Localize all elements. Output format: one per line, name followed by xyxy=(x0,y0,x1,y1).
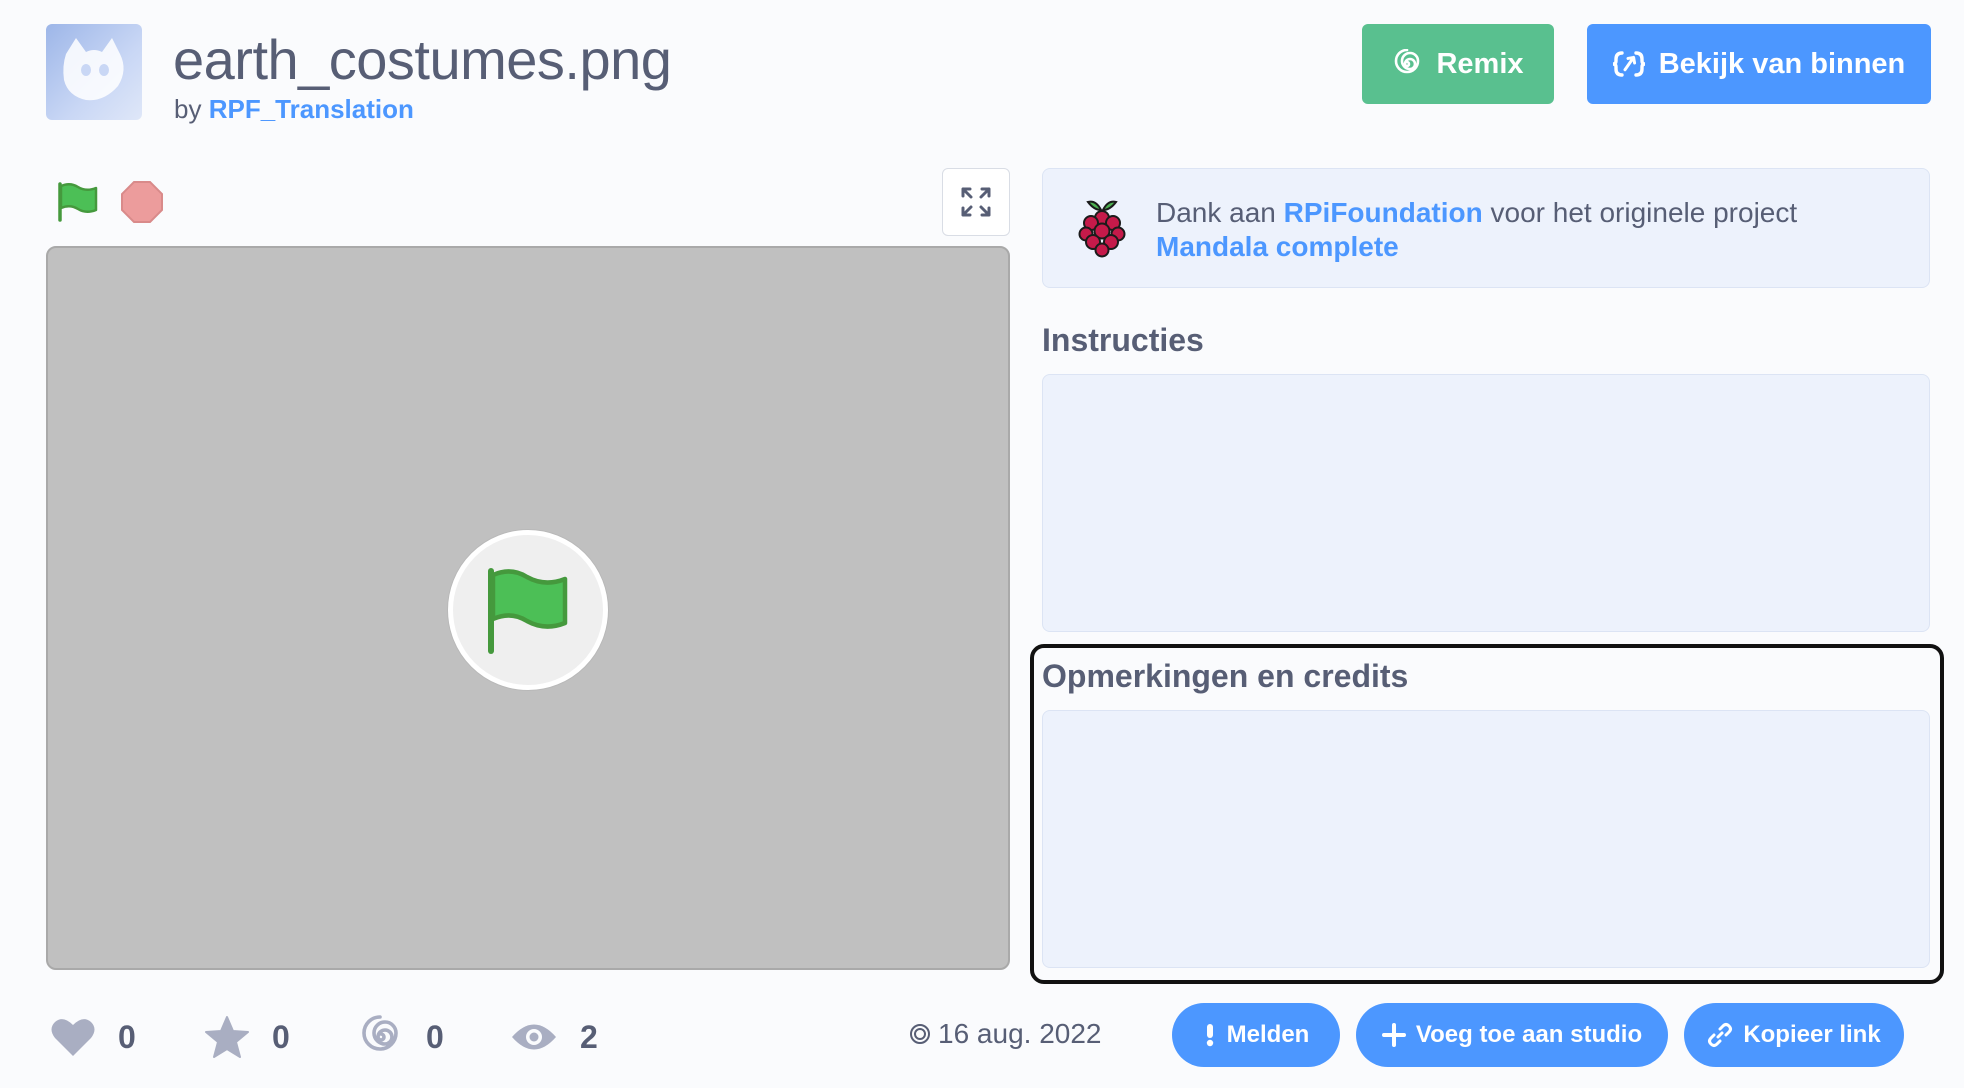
copy-link-label: Kopieer link xyxy=(1743,1021,1881,1048)
author-link[interactable]: RPF_Translation xyxy=(209,94,414,124)
report-button[interactable]: Melden xyxy=(1172,1003,1340,1067)
favorite-stat[interactable]: 0 xyxy=(204,1010,290,1064)
project-thumbnail xyxy=(46,24,142,120)
view-stat: 2 xyxy=(510,1010,598,1064)
attribution-text: Dank aan RPiFoundation voor het originel… xyxy=(1156,196,1896,264)
green-flag-icon xyxy=(58,182,98,222)
remix-spiral-icon xyxy=(1395,49,1420,74)
green-flag-button[interactable] xyxy=(56,180,100,224)
add-to-studio-label: Voeg toe aan studio xyxy=(1415,1021,1643,1048)
notes-credits-heading: Opmerkingen en credits xyxy=(1042,658,1409,694)
stop-button[interactable] xyxy=(120,180,164,224)
love-stat[interactable]: 0 xyxy=(50,1010,136,1064)
star-icon xyxy=(205,1016,249,1058)
see-inside-icon xyxy=(1612,51,1645,77)
see-inside-button[interactable]: Bekijk van binnen xyxy=(1587,24,1931,104)
report-label: Melden xyxy=(1226,1021,1310,1048)
stop-sign-icon xyxy=(121,181,163,223)
love-count: 0 xyxy=(118,1018,136,1055)
by-prefix: by xyxy=(174,94,202,124)
heart-icon xyxy=(51,1019,95,1056)
green-flag-icon xyxy=(488,568,568,654)
notes-credits-panel xyxy=(1042,710,1930,968)
fullscreen-icon xyxy=(961,187,991,217)
raspberry-pi-logo-icon xyxy=(1074,196,1130,258)
attribution-middle: voor het originele project xyxy=(1490,197,1798,228)
original-author-link[interactable]: RPiFoundation xyxy=(1284,197,1483,228)
remix-label: Remix xyxy=(1436,47,1524,80)
original-project-link[interactable]: Mandala complete xyxy=(1156,231,1399,262)
instructions-panel xyxy=(1042,374,1930,632)
scratch-cat-thumbnail-icon xyxy=(63,38,124,101)
exclamation-icon xyxy=(1206,1024,1213,1047)
stage-start-overlay[interactable] xyxy=(448,530,608,690)
date-stamp-icon xyxy=(910,1024,930,1044)
see-inside-label: Bekijk van binnen xyxy=(1658,47,1906,80)
remix-spiral-icon xyxy=(362,1015,398,1051)
remix-stat[interactable]: 0 xyxy=(358,1010,444,1064)
favorite-count: 0 xyxy=(272,1018,290,1055)
remix-button[interactable]: Remix xyxy=(1362,24,1554,104)
plus-icon xyxy=(1381,1023,1406,1047)
attribution-prefix: Dank aan xyxy=(1156,197,1276,228)
add-to-studio-button[interactable]: Voeg toe aan studio xyxy=(1356,1003,1668,1067)
fullscreen-button[interactable] xyxy=(942,168,1010,236)
copy-link-button[interactable]: Kopieer link xyxy=(1684,1003,1904,1067)
eye-icon xyxy=(512,1024,556,1050)
instructions-heading: Instructies xyxy=(1042,322,1204,358)
link-icon xyxy=(1708,1023,1733,1047)
byline: by RPF_Translation xyxy=(174,94,414,124)
view-count: 2 xyxy=(580,1018,598,1055)
remix-count: 0 xyxy=(426,1018,444,1055)
share-date: 16 aug. 2022 xyxy=(908,1018,1102,1050)
project-title: earth_costumes.png xyxy=(173,28,672,91)
share-date-text: 16 aug. 2022 xyxy=(938,1018,1102,1049)
